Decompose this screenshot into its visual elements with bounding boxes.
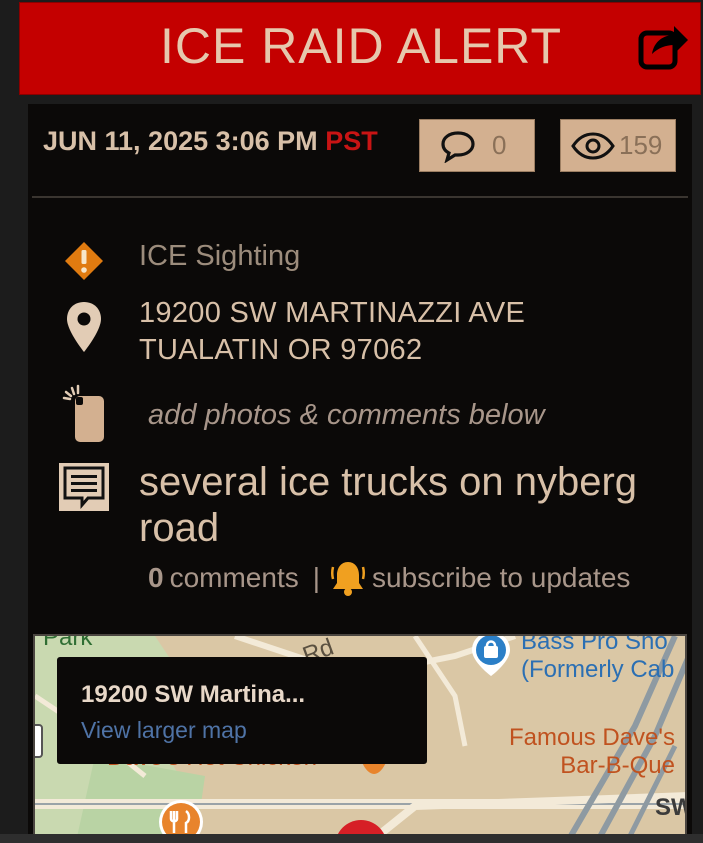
famous-daves-line-1: Famous Dave's	[509, 724, 675, 751]
page-title: ICE RAID ALERT	[159, 18, 563, 74]
eye-icon	[571, 131, 615, 160]
comments-link[interactable]: comments	[170, 562, 299, 594]
famous-daves-line-2: Bar-B-Que	[560, 752, 675, 779]
share-button[interactable]	[638, 21, 690, 71]
shopping-marker-icon[interactable]	[469, 634, 513, 678]
map-info-popup: 19200 SW Martina... View larger map	[57, 657, 427, 764]
address-line-2: TUALATIN OR 97062	[139, 334, 423, 366]
alert-datetime: JUN 11, 2025 3:06 PM PST	[43, 126, 378, 157]
location-map[interactable]: Park Rd Bass Pro Sho (Formerly Cab Famou…	[33, 634, 687, 843]
meta-separator: |	[312, 562, 321, 593]
share-icon	[638, 26, 688, 70]
alert-timezone: PST	[325, 126, 378, 156]
comments-total: 0	[148, 562, 164, 593]
comments-count: 0	[492, 130, 507, 160]
map-label-street: SW	[655, 794, 685, 821]
add-photos-hint: add photos & comments below	[148, 399, 545, 431]
view-larger-map-link[interactable]: View larger map	[81, 717, 247, 744]
bell-icon[interactable]	[330, 559, 366, 597]
alert-type: ICE Sighting	[139, 240, 301, 272]
subscribe-link[interactable]: subscribe to updates	[372, 562, 630, 594]
map-control[interactable]	[35, 724, 43, 758]
map-popup-title: 19200 SW Martina...	[81, 681, 306, 708]
alert-card: JUN 11, 2025 3:06 PM PST 0 159 ICE Sight…	[28, 104, 692, 843]
alert-description: several ice trucks on nyberg road	[139, 460, 638, 550]
address-line-1: 19200 SW MARTINAZZI AVE	[139, 297, 526, 329]
header-divider	[32, 196, 688, 198]
views-count: 159	[619, 130, 663, 160]
comment-icon	[441, 130, 475, 163]
map-label-famous-daves[interactable]: Famous Dave's Bar-B-Que	[485, 724, 675, 780]
map-label-park: Park	[43, 634, 93, 651]
bottom-bar	[0, 834, 703, 843]
comments-count-button[interactable]: 0	[419, 119, 535, 172]
views-count-badge: 159	[560, 119, 676, 172]
location-pin-icon	[66, 301, 102, 358]
warning-icon	[64, 241, 104, 286]
bass-pro-line-2: (Formerly Cab	[521, 656, 675, 683]
alert-page: ICE RAID ALERT JUN 11, 2025 3:06 PM PST …	[0, 0, 703, 843]
alert-date: JUN 11, 2025 3:06 PM	[43, 126, 318, 156]
bass-pro-line-1: Bass Pro Sho	[521, 634, 668, 655]
phone-camera-icon[interactable]	[62, 384, 106, 449]
map-label-bass-pro[interactable]: Bass Pro Sho (Formerly Cab	[521, 634, 675, 684]
alert-header: ICE RAID ALERT	[19, 2, 701, 95]
alert-meta-row: 0 comments | subscribe to updates	[148, 559, 630, 597]
alert-address: 19200 SW MARTINAZZI AVE TUALATIN OR 9706…	[139, 295, 525, 369]
message-icon	[58, 462, 110, 517]
